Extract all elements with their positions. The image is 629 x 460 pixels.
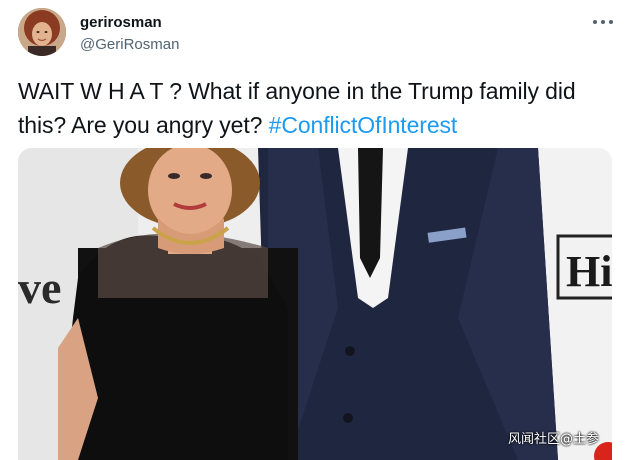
hashtag-link[interactable]: #ConflictOfInterest [269,112,458,138]
backdrop-text-right: Hi [566,247,612,296]
more-horizontal-icon[interactable] [591,14,615,30]
tweet-card: gerirosman @GeriRosman WAIT W H A T ? Wh… [0,0,629,460]
watermark: 风闻社区@土参 [508,432,600,447]
tweet-photo[interactable]: ve Hi [18,148,612,460]
tweet-text: WAIT W H A T ? What if anyone in the Tru… [18,74,618,142]
avatar[interactable] [18,8,66,56]
photo-illustration: ve Hi [18,148,612,460]
avatar-image [18,8,66,56]
display-name[interactable]: gerirosman [80,13,162,33]
backdrop-text-left: ve [18,262,61,313]
user-handle[interactable]: @GeriRosman [80,35,179,55]
